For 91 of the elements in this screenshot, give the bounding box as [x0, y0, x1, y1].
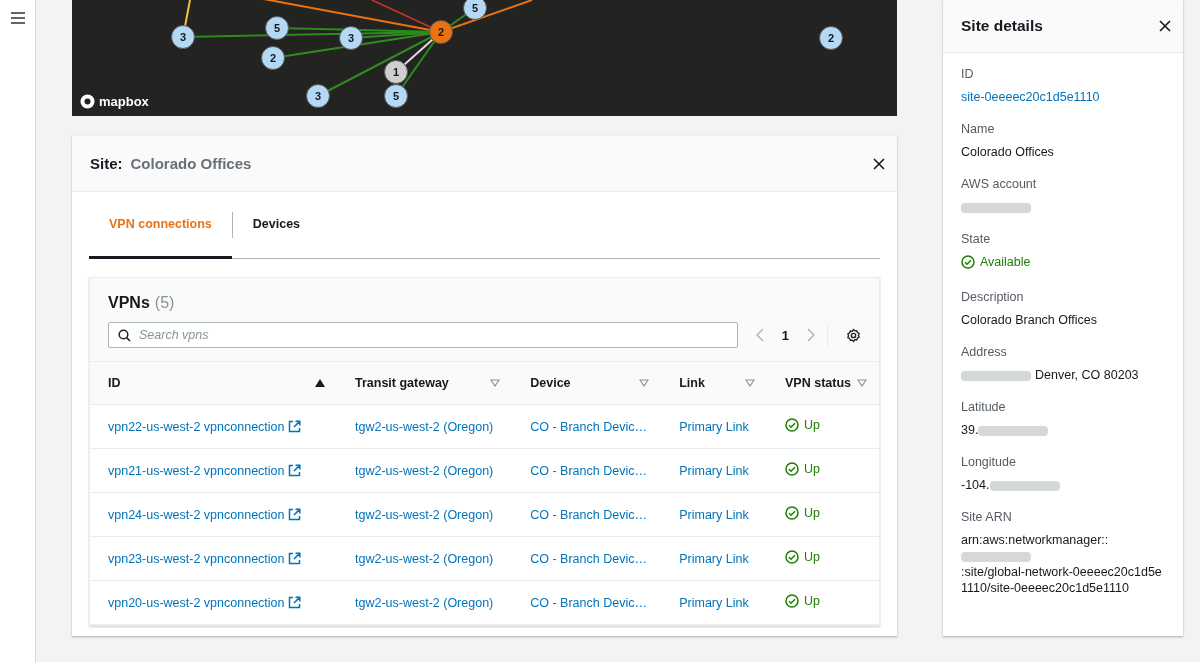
link-link[interactable]: Primary Link	[679, 507, 749, 522]
vpn-link[interactable]: vpn23-us-west-2 vpnconnection	[108, 551, 285, 566]
gateway-link[interactable]: tgw2-us-west-2 (Oregon)	[355, 507, 494, 522]
vpn-link[interactable]: vpn24-us-west-2 vpnconnection	[108, 507, 285, 522]
cluster-marker[interactable]: 2	[261, 46, 285, 70]
blurred-value	[961, 202, 1031, 213]
cluster-marker[interactable]: 3	[306, 84, 330, 108]
column-header[interactable]: Transit gateway	[337, 361, 513, 405]
status-text: Available	[980, 254, 1031, 270]
close-icon[interactable]	[1159, 20, 1171, 32]
field-label: Latitude	[961, 400, 1007, 414]
field-label: Address	[961, 345, 1008, 359]
external-link-icon[interactable]	[288, 419, 301, 433]
table-count: (5)	[154, 294, 175, 312]
field-label: Longitude	[961, 455, 1017, 469]
close-icon[interactable]	[873, 157, 885, 170]
check-circle-icon	[785, 550, 799, 564]
search-icon	[118, 329, 131, 342]
check-circle-icon	[785, 462, 799, 476]
cluster-marker[interactable]: 3	[171, 25, 195, 49]
map[interactable]: 3 5 2 3 2 5 1 3 5 2 mapbox	[72, 0, 897, 116]
field-value: -104.	[961, 477, 990, 493]
gateway-link[interactable]: tgw2-us-west-2 (Oregon)	[355, 551, 494, 566]
menu-icon[interactable]	[10, 12, 25, 24]
column-header[interactable]: VPN status	[767, 361, 879, 405]
field-value: arn:aws:networkmanager::	[961, 532, 1109, 548]
field-value: Denver, CO 80203	[1035, 367, 1139, 383]
field-label: State	[961, 232, 992, 246]
cluster-marker[interactable]: 2	[429, 20, 453, 44]
settings-icon[interactable]	[846, 327, 861, 343]
link-link[interactable]: Primary Link	[679, 551, 749, 566]
site-name: Colorado Offices	[130, 155, 252, 172]
external-link-icon[interactable]	[288, 507, 301, 521]
cluster-marker[interactable]: 5	[384, 84, 408, 108]
site-id-link[interactable]: site-0eeeec20c1d5e1110	[961, 90, 1100, 104]
gateway-link[interactable]: tgw2-us-west-2 (Oregon)	[355, 463, 494, 478]
device-link[interactable]: CO - Branch Devic…	[530, 551, 647, 566]
gateway-link[interactable]: tgw2-us-west-2 (Oregon)	[355, 419, 494, 434]
device-link[interactable]: CO - Branch Devic…	[530, 463, 647, 478]
vpn-link[interactable]: vpn22-us-west-2 vpnconnection	[108, 419, 285, 434]
external-link-icon[interactable]	[288, 463, 301, 477]
page-number[interactable]: 1	[781, 327, 789, 343]
map-attribution: mapbox	[99, 94, 149, 109]
gateway-link[interactable]: tgw2-us-west-2 (Oregon)	[355, 595, 494, 610]
check-circle-icon	[785, 418, 799, 432]
check-circle-icon	[785, 506, 799, 520]
blurred-value	[989, 480, 1060, 491]
status-text: Up	[804, 594, 820, 608]
field-value: Colorado Offices	[961, 144, 1054, 160]
external-link-icon[interactable]	[288, 595, 301, 609]
link-link[interactable]: Primary Link	[679, 419, 749, 434]
vpn-link[interactable]: vpn20-us-west-2 vpnconnection	[108, 595, 285, 610]
mapbox-logo-icon	[80, 94, 95, 109]
status-text: Up	[804, 418, 820, 432]
link-link[interactable]: Primary Link	[679, 463, 749, 478]
cluster-marker[interactable]: 1	[384, 60, 408, 84]
cluster-marker[interactable]: 5	[265, 16, 289, 40]
device-link[interactable]: CO - Branch Devic…	[530, 419, 647, 434]
field-label: Site ARN	[961, 510, 1013, 524]
cluster-marker[interactable]: 3	[339, 26, 363, 50]
column-header[interactable]: ID	[90, 361, 337, 405]
field-label: ID	[961, 67, 975, 81]
field-value: Colorado Branch Offices	[961, 312, 1097, 328]
status-text: Up	[804, 462, 820, 476]
site-label: Site:	[90, 155, 123, 172]
table-title: VPNs	[108, 294, 150, 312]
status-text: Up	[804, 550, 820, 564]
status-text: Up	[804, 506, 820, 520]
tab[interactable]: VPN connections	[89, 192, 232, 259]
blurred-value	[978, 425, 1049, 436]
panel-title: Site details	[961, 17, 1043, 35]
field-label: Description	[961, 290, 1025, 304]
link-link[interactable]: Primary Link	[679, 595, 749, 610]
column-header[interactable]: Link	[661, 361, 767, 405]
cluster-marker[interactable]: 2	[819, 26, 843, 50]
device-link[interactable]: CO - Branch Devic…	[530, 595, 647, 610]
blurred-value	[961, 370, 1031, 381]
column-header[interactable]: Device	[512, 361, 662, 405]
search-field[interactable]: Search vpns	[108, 322, 738, 348]
field-value: 39.	[961, 422, 979, 438]
field-value: :site/global-network-0eeeec20c1d5e1110/site-0eeeec20c1d5e1110	[961, 564, 1163, 596]
check-circle-icon	[785, 594, 799, 608]
device-link[interactable]: CO - Branch Devic…	[530, 507, 647, 522]
field-label: Name	[961, 122, 996, 136]
check-circle-icon	[961, 255, 975, 269]
blurred-value	[961, 551, 1031, 562]
cluster-marker[interactable]: 5	[463, 0, 487, 20]
field-label: AWS account	[961, 177, 1038, 191]
external-link-icon[interactable]	[288, 551, 301, 565]
vpn-link[interactable]: vpn21-us-west-2 vpnconnection	[108, 463, 285, 478]
tab[interactable]: Devices	[232, 192, 321, 259]
